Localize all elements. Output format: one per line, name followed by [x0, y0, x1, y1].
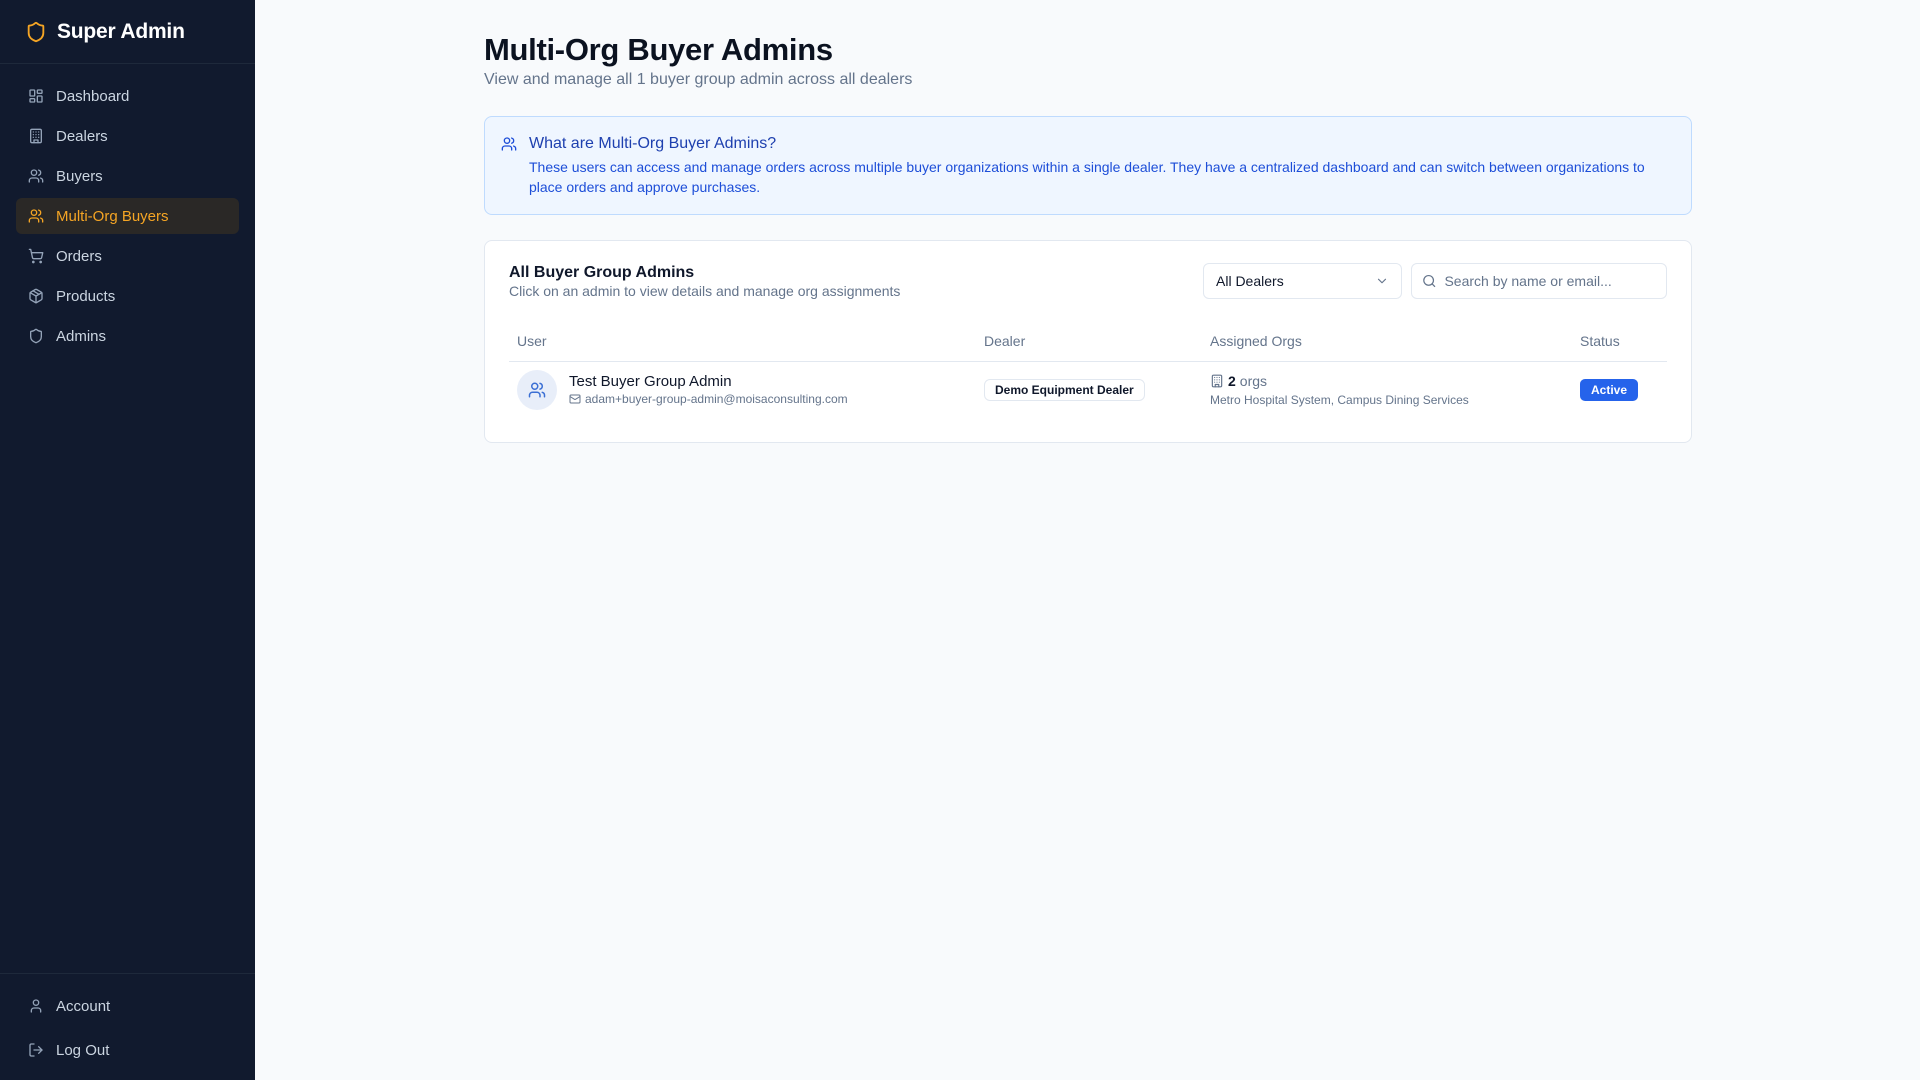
sidebar-item-label: Products — [56, 287, 116, 305]
sidebar-item-label: Dealers — [56, 127, 108, 145]
page-title: Multi-Org Buyer Admins — [484, 32, 833, 67]
org-names: Metro Hospital System, Campus Dining Ser… — [1210, 393, 1469, 407]
sidebar-item-label: Multi-Org Buyers — [56, 207, 169, 225]
sidebar-item-products[interactable]: Products — [16, 278, 239, 314]
user-cell: Test Buyer Group Admin adam+buyer-group-… — [509, 361, 976, 418]
sidebar: Super Admin Dashboard Dealers Buyers Mul… — [0, 0, 255, 1080]
table-header-row: User Dealer Assigned Orgs Status — [509, 321, 1667, 362]
search-input[interactable] — [1444, 273, 1656, 289]
user-name: Test Buyer Group Admin — [569, 372, 732, 390]
status-cell: Active — [1572, 361, 1667, 418]
building-icon — [1211, 374, 1223, 388]
dealer-filter-select[interactable]: All Dealers — [1203, 263, 1402, 299]
info-text: These users can access and manage orders… — [529, 159, 1645, 195]
filters: All Dealers — [1203, 263, 1667, 299]
admins-table: User Dealer Assigned Orgs Status Test Bu… — [509, 321, 1667, 418]
users-icon — [528, 382, 546, 397]
column-header-status: Status — [1572, 321, 1667, 362]
search-icon — [1423, 274, 1436, 288]
users-icon — [28, 169, 44, 183]
dealer-cell: Demo Equipment Dealer — [976, 361, 1202, 418]
sidebar-item-label: Orders — [56, 247, 102, 265]
content-area: Multi-Org Buyer Admins View and manage a… — [484, 30, 1692, 443]
chevron-down-icon — [1377, 278, 1387, 284]
logout-icon — [29, 1043, 43, 1057]
sidebar-item-label: Admins — [56, 327, 107, 345]
info-title: What are Multi-Org Buyer Admins? — [529, 135, 777, 152]
main-content: Multi-Org Buyer Admins View and manage a… — [255, 0, 1920, 1080]
admins-card: All Buyer Group Admins Click on an admin… — [484, 240, 1692, 443]
avatar — [517, 369, 557, 410]
package-icon — [29, 288, 43, 304]
sidebar-item-dashboard[interactable]: Dashboard — [16, 78, 239, 114]
sidebar-item-orders[interactable]: Orders — [16, 238, 239, 274]
org-unit: orgs — [1239, 373, 1268, 389]
sidebar-item-label: Buyers — [56, 167, 103, 185]
shield-icon — [30, 328, 42, 344]
sidebar-item-dealers[interactable]: Dealers — [16, 118, 239, 154]
dealer-filter-value: All Dealers — [1216, 273, 1284, 289]
org-count: 2 — [1228, 373, 1236, 389]
sidebar-item-logout[interactable]: Log Out — [16, 1032, 239, 1068]
status-badge: Active — [1580, 378, 1639, 401]
users-icon — [501, 137, 517, 151]
user-email: adam+buyer-group-admin@moisaconsulting.c… — [569, 391, 848, 407]
info-callout: What are Multi-Org Buyer Admins? These u… — [484, 116, 1692, 215]
building-icon — [30, 128, 42, 144]
user-icon — [30, 999, 42, 1013]
sidebar-item-buyers[interactable]: Buyers — [16, 158, 239, 194]
brand[interactable]: Super Admin — [0, 0, 255, 64]
card-title: All Buyer Group Admins — [509, 264, 695, 281]
sidebar-footer: Account Log Out — [0, 973, 255, 1080]
brand-title: Super Admin — [57, 19, 185, 43]
sidebar-item-label: Account — [56, 997, 111, 1015]
column-header-dealer: Dealer — [976, 321, 1202, 362]
user-email-text: adam+buyer-group-admin@moisaconsulting.c… — [585, 391, 848, 406]
sidebar-item-account[interactable]: Account — [16, 988, 239, 1024]
grid-icon — [29, 89, 43, 103]
sidebar-item-label: Dashboard — [56, 87, 130, 105]
column-header-user: User — [509, 321, 976, 362]
card-subtitle: Click on an admin to view details and ma… — [509, 283, 901, 299]
page-subtitle: View and manage all 1 buyer group admin … — [484, 71, 913, 88]
search-box — [1411, 263, 1667, 299]
table-row[interactable]: Test Buyer Group Admin adam+buyer-group-… — [509, 361, 1667, 418]
sidebar-item-multi-org-buyers[interactable]: Multi-Org Buyers — [16, 198, 239, 234]
assigned-orgs-cell: 2 orgs Metro Hospital System, Campus Din… — [1202, 361, 1572, 418]
mail-icon — [569, 394, 581, 403]
dealer-badge: Demo Equipment Dealer — [984, 378, 1145, 401]
sidebar-item-label: Log Out — [56, 1041, 110, 1059]
shield-icon — [27, 21, 45, 42]
sidebar-item-admins[interactable]: Admins — [16, 318, 239, 354]
card-header: All Buyer Group Admins Click on an admin… — [509, 263, 1667, 299]
sidebar-nav: Dashboard Dealers Buyers Multi-Org Buyer… — [0, 64, 255, 354]
cart-icon — [28, 248, 44, 264]
column-header-assigned-orgs: Assigned Orgs — [1202, 321, 1572, 362]
users-icon — [28, 209, 44, 223]
